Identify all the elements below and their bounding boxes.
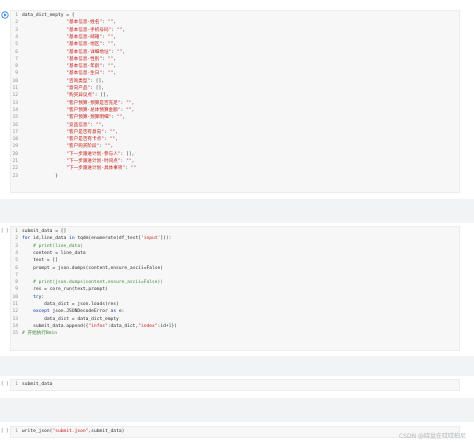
code-text[interactable]: try: [22, 294, 44, 301]
code-text[interactable]: "意向产品": [], [22, 85, 104, 92]
code-text[interactable]: "咨询类型": [], [22, 78, 104, 85]
code-text[interactable]: "下一步跟进计划-具体事项": "" [22, 165, 136, 172]
watermark: CSDN @晓盆在哎哎柏尼 [398, 432, 466, 440]
line-number: 6 [15, 49, 18, 55]
line-number: 15 [12, 115, 18, 121]
line-number: 21 [12, 159, 18, 164]
line-number: 2 [15, 236, 18, 242]
line-number: 8 [15, 280, 18, 286]
line-number: 4 [15, 34, 18, 40]
line-number: 9 [15, 287, 18, 293]
line-number: 19 [12, 144, 18, 150]
line-number: 1 [15, 229, 18, 234]
run-cell-icon[interactable] [1, 11, 9, 19]
code-text[interactable]: "客户预算-总体预算金额": "", [22, 107, 134, 114]
line-number: 14 [12, 107, 18, 113]
line-number: 16 [12, 122, 18, 128]
line-number: 20 [12, 151, 18, 157]
line-number: 10 [12, 78, 18, 84]
code-cell-3[interactable]: [ ] 1 submit_data [0, 379, 474, 391]
code-text[interactable]: data_dict_empty = { [22, 12, 75, 19]
code-text[interactable]: "下一步跟进计划-参与人": [], [22, 151, 134, 158]
line-number: 12 [12, 309, 18, 315]
code-text[interactable]: "客户是否有意向": "", [22, 129, 118, 136]
line-number: 5 [15, 42, 18, 48]
line-number: 10 [12, 294, 18, 300]
line-number: 15 [12, 331, 18, 337]
execution-count: [ ] [1, 228, 9, 233]
code-cell-2[interactable]: [ ] 1 submit_data = [] 2 for id,line_data i… [0, 226, 474, 351]
code-text[interactable]: "基本信息-详细地址": "", [22, 49, 125, 56]
line-number: 13 [12, 100, 18, 106]
code-text[interactable]: for id,line_data in tqdm(enumerate(df_te… [22, 235, 171, 242]
code-text[interactable]: "下一步跟进计划-时间点": "", [22, 158, 134, 165]
code-text[interactable]: "基本信息-年龄": "", [22, 63, 116, 70]
cell-separator [0, 199, 474, 223]
code-text[interactable]: submit_data.append({"infos":data_dict,"i… [22, 323, 177, 330]
line-number: 23 [12, 173, 18, 179]
line-number: 1 [15, 382, 18, 387]
code-text[interactable]: # print(json.dumps(content,ensure_ascii=… [22, 279, 163, 286]
code-text[interactable]: submit_data [22, 381, 52, 388]
line-number: 12 [12, 93, 18, 99]
code-text[interactable]: "客户是否有卡点": "", [22, 136, 118, 143]
line-number: 7 [15, 56, 18, 62]
code-text[interactable]: # print(line_data) [22, 243, 83, 250]
line-number: 1 [15, 13, 18, 18]
line-number: 7 [15, 272, 18, 278]
line-number: 17 [12, 129, 18, 135]
line-number: 11 [12, 302, 18, 307]
code-text[interactable]: write_json("submit.json",submit_data) [22, 428, 124, 435]
code-text[interactable]: data_dict = data_dict_empty [22, 316, 119, 323]
line-number: 5 [15, 258, 18, 264]
line-number: 2 [15, 20, 18, 26]
line-number: 11 [12, 86, 18, 91]
code-text[interactable]: "基本信息-姓名": "", [22, 19, 116, 26]
code-text[interactable]: "基本信息-地区": "", [22, 41, 116, 48]
line-number: 3 [15, 27, 18, 33]
cell-editor[interactable] [10, 379, 460, 391]
code-text[interactable]: "基本信息-邮箱": "", [22, 34, 116, 41]
line-number: 6 [15, 265, 18, 271]
code-text[interactable]: # 开始执行Bmin [22, 330, 57, 337]
line-number: 8 [15, 64, 18, 70]
code-text[interactable]: "客户预算-预算明细": "", [22, 114, 125, 121]
code-text[interactable]: submit_data = [] [22, 228, 66, 235]
line-number: 18 [12, 137, 18, 143]
code-text[interactable]: content = line_data [22, 250, 86, 257]
line-number: 22 [12, 166, 18, 172]
code-text[interactable]: "基本信息-性别": "", [22, 56, 116, 63]
code-text[interactable]: res = core_run(text,prompt) [22, 286, 108, 293]
line-number: 14 [12, 323, 18, 329]
line-number: 1 [15, 429, 18, 434]
code-text[interactable]: data_dict = json.loads(res) [22, 301, 119, 308]
line-number: 4 [15, 250, 18, 256]
code-text[interactable]: "基本信息-生日": "", [22, 70, 116, 77]
cell-separator [0, 356, 474, 376]
code-cell-1[interactable]: 1 data_dict_empty = { 2 "基本信息-姓名": "", 3 "基… [0, 10, 474, 193]
line-number: 13 [12, 316, 18, 322]
code-text[interactable]: except json.JSONDecodeError as e: [22, 308, 124, 315]
code-text[interactable]: "竞品信息": "", [22, 122, 104, 129]
line-number: 3 [15, 243, 18, 249]
code-text[interactable]: "基本信息-手机号码": "", [22, 27, 125, 34]
code-text[interactable]: "客户预算-预算是否充足": "", [22, 100, 134, 107]
code-text[interactable]: "客户购买阶段": "", [22, 143, 113, 150]
execution-count: [ ] [1, 381, 9, 386]
code-text[interactable]: } [22, 173, 58, 180]
cell-separator [0, 398, 474, 422]
code-text[interactable]: "购买异议点": [], [22, 92, 108, 99]
code-text[interactable]: prompt = json.dumps(content,ensure_ascii… [22, 265, 163, 272]
code-text[interactable]: text = [] [22, 257, 58, 264]
line-number: 9 [15, 71, 18, 77]
execution-count: [ ] [1, 428, 9, 433]
